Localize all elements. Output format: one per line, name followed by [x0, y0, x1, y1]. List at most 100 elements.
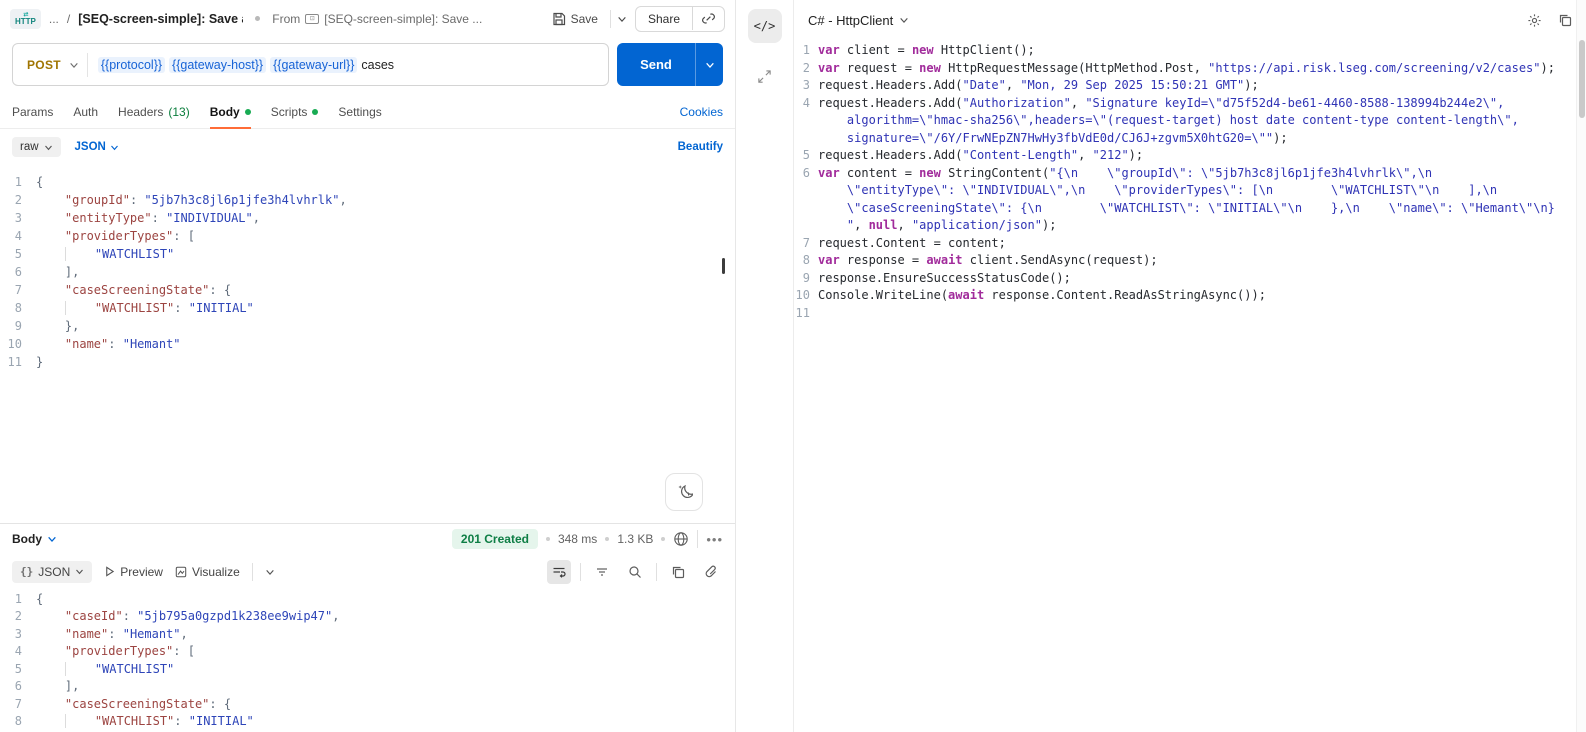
- save-label: Save: [570, 11, 598, 26]
- save-group: Save: [546, 8, 627, 30]
- link-icon: [702, 13, 715, 24]
- response-body-selector[interactable]: Body: [12, 532, 57, 546]
- body-mode-row: raw JSON Beautify: [0, 129, 735, 165]
- from-source[interactable]: From ⊡ [SEQ-screen-simple]: Save ...: [272, 12, 482, 26]
- code-line: 11: [795, 305, 810, 320]
- request-editor-line: 4 "providerTypes": [: [14, 229, 195, 243]
- code-line: 9 response.EnsureSuccessStatusCode();: [802, 270, 1071, 285]
- tab-body[interactable]: Body: [209, 96, 251, 129]
- response-body-editor[interactable]: 1{2 "caseId": "5jb795a0gzpd1k238ee9wip47…: [0, 591, 735, 732]
- postbot-button[interactable]: [665, 472, 703, 511]
- code-language-selector[interactable]: C# - HttpClient: [808, 13, 909, 28]
- raw-chevron-icon: [44, 145, 52, 150]
- copy-response-button[interactable]: [666, 560, 690, 584]
- response-format-label: JSON: [38, 564, 71, 579]
- wrap-lines-button[interactable]: [547, 559, 571, 584]
- dot-separator: [661, 537, 666, 541]
- editor-scrollbar-thumb[interactable]: [722, 258, 725, 274]
- share-button[interactable]: Share: [636, 7, 692, 31]
- request-editor-line: 3 "entityType": "INDIVIDUAL",: [14, 211, 260, 225]
- url-box: POST {{protocol}} {{gateway-host}} {{gatew…: [12, 43, 609, 86]
- body-mode-label: raw: [20, 141, 39, 153]
- play-icon: [106, 566, 115, 577]
- save-button[interactable]: Save: [546, 8, 604, 30]
- resize-panel-icon[interactable]: [757, 69, 772, 84]
- body-mode-selector[interactable]: raw: [12, 137, 61, 157]
- response-editor-line: 3 "name": "Hemant",: [14, 626, 188, 641]
- response-size[interactable]: 1.3 KB: [617, 532, 653, 546]
- json-chevron-icon: [110, 145, 118, 150]
- cookies-link[interactable]: Cookies: [680, 105, 723, 119]
- divider: [251, 562, 253, 581]
- request-editor-line: 11}: [7, 355, 44, 369]
- filter-button[interactable]: [590, 560, 614, 584]
- tab-scripts[interactable]: Scripts: [271, 96, 319, 128]
- send-options-button[interactable]: [695, 43, 723, 86]
- visualize-icon: [175, 566, 187, 577]
- app-window: ⇄ HTTP ... / [SEQ-screen-simple]: Save a.…: [0, 0, 1586, 732]
- code-language-label: C# - HttpClient: [808, 12, 894, 28]
- tab-auth[interactable]: Auth: [73, 96, 98, 128]
- request-title[interactable]: [SEQ-screen-simple]: Save a...: [78, 12, 243, 26]
- url-variable-chip[interactable]: {{gateway-url}}: [270, 56, 358, 73]
- send-button[interactable]: Send: [617, 43, 723, 86]
- breadcrumb-ellipsis[interactable]: ...: [49, 12, 59, 26]
- dot-separator: [545, 537, 550, 541]
- code-content[interactable]: 1 var client = new HttpClient(); 2 var requ…: [794, 40, 1586, 732]
- code-scrollbar[interactable]: [1576, 0, 1586, 732]
- save-response-link-button[interactable]: [699, 560, 723, 584]
- network-globe-icon[interactable]: [673, 531, 689, 547]
- copy-icon: [672, 566, 685, 578]
- tab-params[interactable]: Params: [12, 96, 53, 128]
- send-label: Send: [640, 57, 672, 72]
- request-editor-line: 7 "caseScreeningState": {: [14, 283, 232, 297]
- filter-icon: [597, 567, 607, 576]
- divider: [580, 562, 581, 581]
- body-language-label: JSON: [74, 141, 106, 153]
- method-selector[interactable]: POST: [13, 58, 69, 72]
- request-editor-line: 9 },: [14, 319, 80, 333]
- request-body-editor[interactable]: 1{2 "groupId": "5jb7h3c8jl6p1jfe3h4lvhrl…: [0, 165, 735, 381]
- search-button[interactable]: [623, 560, 647, 584]
- code-settings-gear-icon[interactable]: [1527, 13, 1542, 28]
- code-snippet-button[interactable]: </>: [747, 9, 782, 43]
- response-editor-line: 4 "providerTypes": [: [14, 644, 195, 658]
- visualize-chevron-icon[interactable]: [265, 567, 275, 577]
- code-line: 6 var content = new StringContent("{\n \"…: [802, 165, 1433, 180]
- copy-code-icon[interactable]: [1558, 13, 1572, 27]
- code-scrollbar-thumb[interactable]: [1579, 40, 1585, 118]
- visualize-label: Visualize: [191, 564, 240, 579]
- status-badge[interactable]: 201 Created: [451, 529, 538, 549]
- save-chevron-icon[interactable]: [617, 14, 627, 24]
- response-toolbar-icons: [547, 559, 723, 584]
- code-main: C# - HttpClient 1 var client = new HttpCl…: [794, 0, 1586, 732]
- visualize-tab[interactable]: Visualize: [175, 565, 240, 579]
- code-line: 2 var request = new HttpRequestMessage(Ht…: [802, 60, 1555, 75]
- language-chevron-icon: [900, 17, 909, 23]
- request-editor-line: 1{: [14, 175, 44, 189]
- green-dot: [244, 109, 251, 115]
- body-language-selector[interactable]: JSON: [75, 141, 119, 153]
- request-editor-line: 6 ],: [14, 265, 80, 279]
- url-input[interactable]: {{protocol}} {{gateway-host}} {{gateway-ur…: [97, 56, 394, 73]
- beautify-link[interactable]: Beautify: [678, 141, 723, 153]
- url-variable-chip[interactable]: {{protocol}}: [97, 56, 166, 73]
- response-more-button[interactable]: •••: [706, 532, 723, 547]
- preview-tab[interactable]: Preview: [104, 565, 163, 579]
- tab-settings[interactable]: Settings: [338, 96, 381, 128]
- request-tabs: Params Auth Headers (13) Body Scripts Settings: [12, 96, 382, 129]
- code-line: 10 Console.WriteLine(await response.Conte…: [795, 288, 1266, 302]
- code-header-actions: [1527, 13, 1572, 28]
- code-line: 1 var client = new HttpClient();: [802, 43, 1035, 57]
- response-editor-line: 7 "caseScreeningState": {: [14, 696, 232, 711]
- url-path-text[interactable]: cases: [361, 58, 394, 72]
- method-chevron-icon[interactable]: [69, 60, 79, 70]
- url-variable-chip[interactable]: {{gateway-host}}: [169, 56, 267, 73]
- share-link-button[interactable]: [692, 7, 724, 30]
- green-dot: [312, 109, 319, 115]
- response-format-selector[interactable]: {} JSON: [12, 560, 93, 583]
- tab-headers[interactable]: Headers (13): [118, 96, 190, 128]
- response-time[interactable]: 348 ms: [558, 532, 597, 546]
- request-topbar: ⇄ HTTP ... / [SEQ-screen-simple]: Save a.…: [0, 0, 735, 37]
- braces-icon: {}: [20, 565, 34, 578]
